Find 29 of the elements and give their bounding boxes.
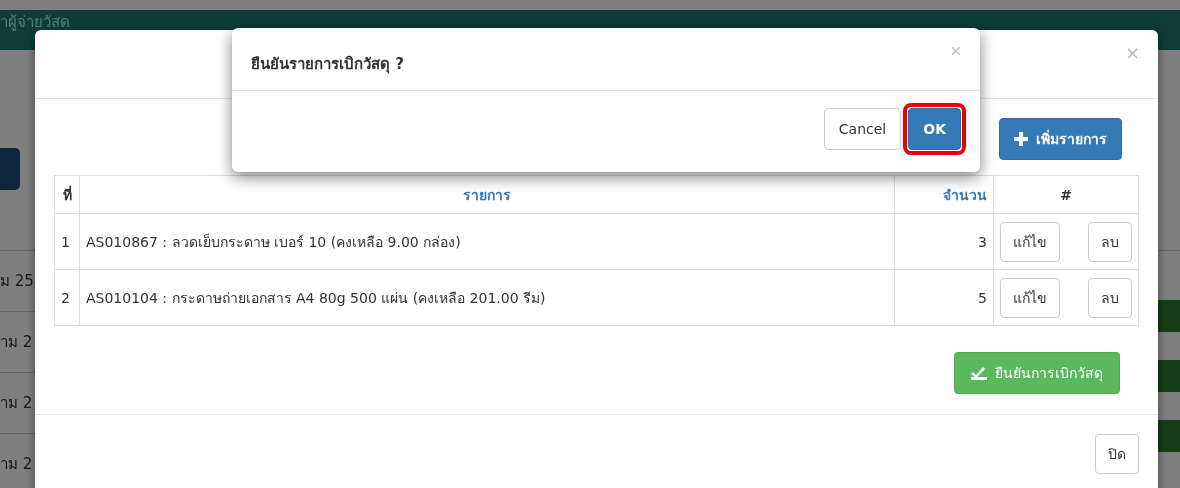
background-badge (1158, 360, 1180, 392)
table-cell: 1 (54, 213, 80, 270)
table-cell: AS010867 : ลวดเย็บกระดาษ เบอร์ 10 (คงเหลือ 9.00 กล่อง) (79, 213, 895, 270)
table-cell: AS010104 : กระดาษถ่ายเอกสาร A4 80g 500 แผ่น (คงเหลือ 201.00 รีม) (79, 269, 895, 326)
table-cell: 5 (894, 269, 994, 326)
row-label: ม 25 (0, 271, 34, 292)
add-item-button[interactable]: เพิ่มรายการ (999, 118, 1122, 160)
background-badge (1158, 420, 1180, 452)
delete-button[interactable]: ลบ (1088, 221, 1132, 262)
table-cell: 3 (894, 213, 994, 270)
column-header: จำนวน (894, 175, 994, 214)
plus-icon (1014, 132, 1028, 146)
edit-button[interactable]: แก้ไข (1000, 221, 1060, 262)
page-title: าผู้จ่ายวัสด (0, 12, 71, 33)
ok-button[interactable]: OK (908, 108, 961, 150)
column-header: # (993, 175, 1139, 214)
close-button[interactable]: ปิด (1095, 434, 1139, 474)
column-header: รายการ (79, 175, 895, 214)
cancel-button[interactable]: Cancel (823, 108, 902, 150)
row-label: าม 2 (0, 393, 33, 414)
dialog-title: ยืนยันรายการเบิกวัสดุ ? (251, 54, 404, 76)
table-cell: 2 (54, 269, 80, 326)
edit-button[interactable]: แก้ไข (1000, 277, 1060, 318)
delete-button[interactable]: ลบ (1088, 277, 1132, 318)
check-icon (971, 366, 987, 380)
row-label: าม 2 (0, 454, 33, 475)
background-badge (1158, 300, 1180, 332)
column-header: ที่ (54, 175, 80, 214)
row-label: าม 2 (0, 332, 33, 353)
